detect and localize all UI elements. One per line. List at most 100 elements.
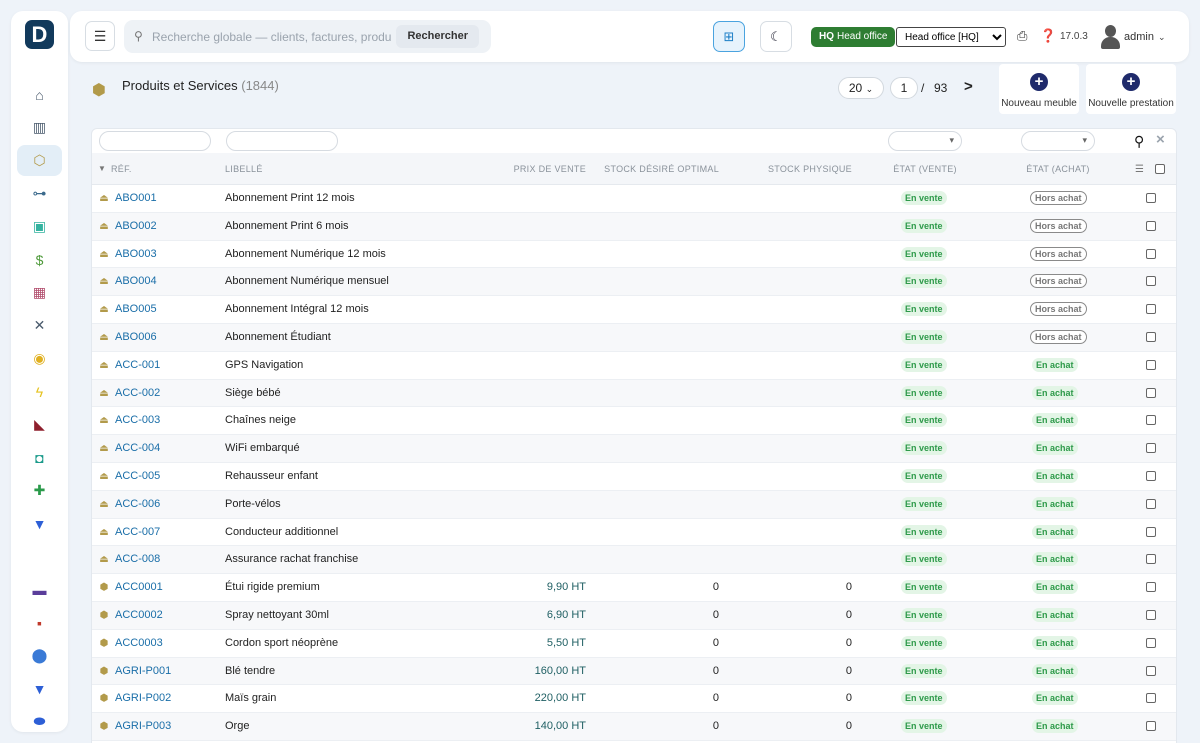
sidebar-item-9[interactable]: ϟ [17, 376, 62, 407]
sidebar-item-10[interactable]: ◣ [17, 409, 62, 440]
next-page-button[interactable]: > [964, 78, 973, 95]
table-row[interactable]: ⬢ AGRI-P001 Blé tendre 160,00 HT 0 0 En vente E… [92, 657, 1176, 686]
sidebar-item-18[interactable]: ⬬ [17, 706, 62, 737]
close-icon[interactable]: × [1156, 131, 1165, 148]
product-ref-link[interactable]: AGRI-P001 [115, 665, 171, 677]
col-price[interactable]: PRIX DE VENTE [486, 164, 586, 174]
sort-caret-icon[interactable]: ▼ [98, 164, 106, 173]
table-row[interactable]: ⏏ ABO004 Abonnement Numérique mensuel En ve… [92, 268, 1176, 297]
sidebar-item-8[interactable]: ◉ [17, 343, 62, 374]
product-ref-link[interactable]: ACC-006 [115, 498, 160, 510]
sidebar-item-7[interactable]: ✕ [17, 310, 62, 341]
help-icon[interactable]: ❓ [1040, 28, 1056, 44]
product-ref-link[interactable]: ABO002 [115, 220, 157, 232]
dark-mode-button[interactable]: ☾ [760, 21, 792, 52]
table-row[interactable]: ⬢ ACC0003 Cordon sport néoprène 5,50 HT 0 0 En… [92, 630, 1176, 658]
table-row[interactable]: ⬢ ACC0002 Spray nettoyant 30ml 6,90 HT 0 0 En … [92, 602, 1176, 630]
row-checkbox[interactable] [1146, 554, 1156, 565]
row-checkbox[interactable] [1146, 387, 1156, 398]
sidebar-item-2[interactable]: ⬡ [17, 145, 62, 176]
table-row[interactable]: ⏏ ABO002 Abonnement Print 6 mois En vente Ho… [92, 212, 1176, 241]
page-size-select[interactable]: 20 ⌄ [838, 77, 884, 99]
sidebar-item-0[interactable]: ⌂ [17, 79, 62, 110]
row-checkbox[interactable] [1146, 248, 1156, 259]
row-checkbox[interactable] [1146, 276, 1156, 287]
table-row[interactable]: ⬢ ACC0001 Étui rigide premium 9,90 HT 0 0 En v… [92, 574, 1176, 602]
table-row[interactable]: ⏏ ACC-008 Assurance rachat franchise En ven… [92, 546, 1176, 575]
row-checkbox[interactable] [1146, 304, 1156, 315]
entity-select[interactable]: Head office [HQ] [896, 27, 1006, 47]
product-ref-link[interactable]: AGRI-P002 [115, 692, 171, 704]
sidebar-item-5[interactable]: $ [17, 244, 62, 275]
product-ref-link[interactable]: ACC0002 [115, 609, 163, 621]
sidebar-item-11[interactable]: ◘ [17, 442, 62, 473]
sidebar-item-12[interactable]: ✚ [17, 475, 62, 506]
table-row[interactable]: ⬢ AGRI-P002 Maïs grain 220,00 HT 0 0 En vente E… [92, 685, 1176, 714]
table-row[interactable]: ⏏ ABO001 Abonnement Print 12 mois En vente H… [92, 185, 1176, 213]
product-ref-link[interactable]: AGRI-P003 [115, 720, 171, 732]
new-furniture-button[interactable]: + Nouveau meuble [999, 64, 1079, 114]
product-ref-link[interactable]: ACC-007 [115, 526, 160, 538]
col-ref[interactable]: RÉF. [111, 164, 132, 174]
table-row[interactable]: ⏏ ABO003 Abonnement Numérique 12 mois En ve… [92, 241, 1176, 269]
row-checkbox[interactable] [1146, 193, 1156, 203]
table-row[interactable]: ⏏ ACC-004 WiFi embarqué En vente En achat [92, 435, 1176, 463]
select-all-checkbox[interactable] [1155, 164, 1165, 174]
table-row[interactable]: ⏏ ACC-002 Siège bébé En vente En achat [92, 379, 1176, 408]
current-page-input[interactable]: 1 [890, 77, 918, 99]
row-checkbox[interactable] [1146, 610, 1156, 620]
row-checkbox[interactable] [1146, 220, 1156, 231]
sidebar-item-6[interactable]: ▦ [17, 277, 62, 308]
row-checkbox[interactable] [1146, 582, 1156, 593]
user-menu[interactable]: admin ⌄ [1100, 23, 1166, 51]
row-checkbox[interactable] [1146, 526, 1156, 537]
table-row[interactable]: ⏏ ACC-003 Chaînes neige En vente En achat [92, 407, 1176, 436]
row-checkbox[interactable] [1146, 665, 1156, 676]
col-state-buy[interactable]: ÉTAT (ACHAT) [1008, 164, 1108, 174]
sidebar-item-13[interactable]: ▼ [17, 508, 62, 539]
list-icon[interactable]: ☰ [1135, 164, 1144, 175]
table-row[interactable]: ⏏ ABO006 Abonnement Étudiant En vente Hors a… [92, 324, 1176, 352]
ref-filter-input[interactable] [99, 131, 211, 151]
col-stock-phys[interactable]: STOCK PHYSIQUE [752, 164, 852, 174]
row-checkbox[interactable] [1146, 471, 1156, 481]
app-logo[interactable]: D [25, 20, 54, 49]
product-ref-link[interactable]: ACC0003 [115, 637, 163, 649]
row-checkbox[interactable] [1146, 415, 1156, 426]
col-state-sell[interactable]: ÉTAT (VENTE) [875, 164, 975, 174]
table-row[interactable]: ⬢ AGRI-P003 Orge 140,00 HT 0 0 En vente En acha… [92, 713, 1176, 741]
sidebar-item-16[interactable]: ⬤ [17, 640, 62, 671]
table-row[interactable]: ⏏ ACC-001 GPS Navigation En vente En achat [92, 352, 1176, 380]
sidebar-item-17[interactable]: ▼ [17, 673, 62, 704]
menu-toggle-button[interactable]: ☰ [85, 21, 115, 51]
label-filter-input[interactable] [226, 131, 338, 151]
product-ref-link[interactable]: ABO006 [115, 331, 157, 343]
row-checkbox[interactable] [1146, 332, 1156, 342]
product-ref-link[interactable]: ACC0001 [115, 581, 163, 593]
row-checkbox[interactable] [1146, 443, 1156, 454]
global-search-input[interactable] [152, 26, 392, 47]
sidebar-item-3[interactable]: ⊶ [17, 178, 62, 209]
sidebar-item-15[interactable]: ▪ [17, 607, 62, 638]
row-checkbox[interactable] [1146, 359, 1156, 370]
sell-state-filter[interactable] [888, 131, 962, 151]
product-ref-link[interactable]: ABO003 [115, 248, 157, 260]
product-ref-link[interactable]: ACC-002 [115, 387, 160, 399]
buy-state-filter[interactable] [1021, 131, 1095, 151]
print-icon[interactable]: ⎙ [1017, 28, 1027, 44]
new-service-button[interactable]: + Nouvelle prestation [1086, 64, 1176, 114]
search-icon[interactable]: ⚲ [1134, 133, 1144, 150]
col-label[interactable]: LIBELLÉ [225, 164, 263, 174]
product-ref-link[interactable]: ACC-004 [115, 442, 160, 454]
grid-view-button[interactable]: ⊞ [713, 21, 745, 52]
table-row[interactable]: ⏏ ACC-007 Conducteur additionnel En vente En… [92, 519, 1176, 547]
product-ref-link[interactable]: ACC-008 [115, 553, 160, 565]
product-ref-link[interactable]: ACC-001 [115, 359, 160, 371]
row-checkbox[interactable] [1146, 637, 1156, 648]
row-checkbox[interactable] [1146, 693, 1156, 704]
search-button[interactable]: Rechercher [396, 25, 479, 48]
product-ref-link[interactable]: ACC-003 [115, 414, 160, 426]
col-stock-opt[interactable]: STOCK DÉSIRÉ OPTIMAL [599, 164, 719, 174]
sidebar-item-4[interactable]: ▣ [17, 211, 62, 242]
product-ref-link[interactable]: ABO004 [115, 275, 157, 287]
